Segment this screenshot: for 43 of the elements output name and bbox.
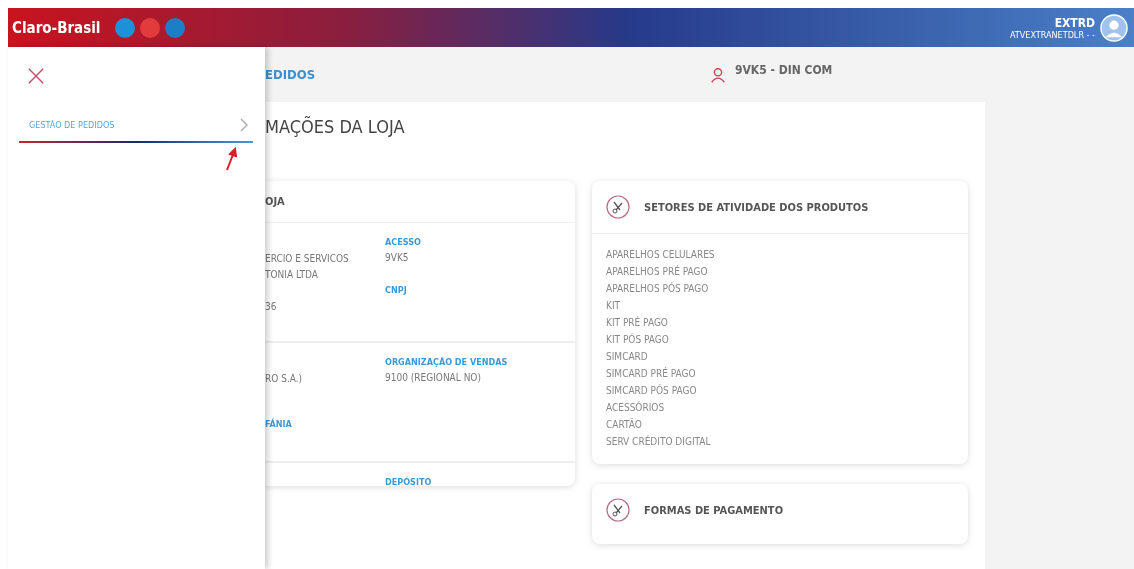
user-icon xyxy=(709,65,727,84)
sector-item: SIMCARD PÓS PAGO xyxy=(606,383,698,398)
sector-item: APARELHOS CELULARES xyxy=(606,248,716,262)
sector-item: CARTÃO xyxy=(606,417,643,432)
sector-item: KIT xyxy=(606,299,622,313)
sector-item: ACESSÓRIOS xyxy=(606,400,666,415)
sector-item: KIT PÓS PAGO xyxy=(606,332,670,347)
card-title: OJA xyxy=(265,195,285,208)
field-label: ACESSO xyxy=(385,237,422,247)
field-label: DEPÓSITO xyxy=(385,477,433,487)
field-value: 9VK5 xyxy=(385,251,410,265)
field-value: ERCIO E SERVICOS xyxy=(265,252,350,266)
store-user: 9VK5 - DIN COM xyxy=(735,62,833,77)
sector-item: APARELHOS PRÉ PAGO xyxy=(606,264,709,279)
field-label: CNPJ xyxy=(385,285,408,295)
field-value: TONIA LTDA xyxy=(265,268,319,282)
field-value: RO S.A.) xyxy=(265,372,304,386)
avatar-icon[interactable] xyxy=(1100,13,1128,42)
sector-item: APARELHOS PÓS PAGO xyxy=(606,281,710,296)
arrow-icon xyxy=(225,147,237,171)
card-title: SETORES DE ATIVIDADE DOS PRODUTOS xyxy=(644,200,869,214)
close-icon[interactable] xyxy=(27,67,45,85)
app-badge-icon[interactable] xyxy=(140,17,161,38)
scissors-icon xyxy=(606,195,630,219)
card-title: FORMAS DE PAGAMENTO xyxy=(644,503,784,517)
user-name: EXTRD xyxy=(1054,15,1095,30)
field-value: 36 xyxy=(265,300,278,314)
sector-item: SIMCARD PRÉ PAGO xyxy=(606,366,697,381)
menu-item[interactable]: GESTÃO DE PEDIDOS xyxy=(19,117,253,143)
user-login: ATVEXTRANETDLR - - xyxy=(1009,29,1095,40)
scissors-icon xyxy=(606,498,630,522)
sector-item: SIMCARD xyxy=(606,350,649,364)
chevron-right-icon xyxy=(239,117,249,133)
field-label: FÁNIA xyxy=(265,419,293,429)
field-label: ORGANIZAÇÃO DE VENDAS xyxy=(385,357,509,367)
sector-item: SERV CRÉDITO DIGITAL xyxy=(606,434,712,449)
logo: Claro-Brasil xyxy=(12,18,101,37)
app-badge-icon[interactable] xyxy=(115,17,136,38)
field-value: 9100 (REGIONAL NO) xyxy=(385,371,482,385)
page-title: MAÇÕES DA LOJA xyxy=(265,116,406,137)
breadcrumb[interactable]: EDIDOS xyxy=(265,67,709,82)
sector-item: KIT PRÉ PAGO xyxy=(606,315,669,330)
app-badge-icon[interactable] xyxy=(165,17,186,38)
